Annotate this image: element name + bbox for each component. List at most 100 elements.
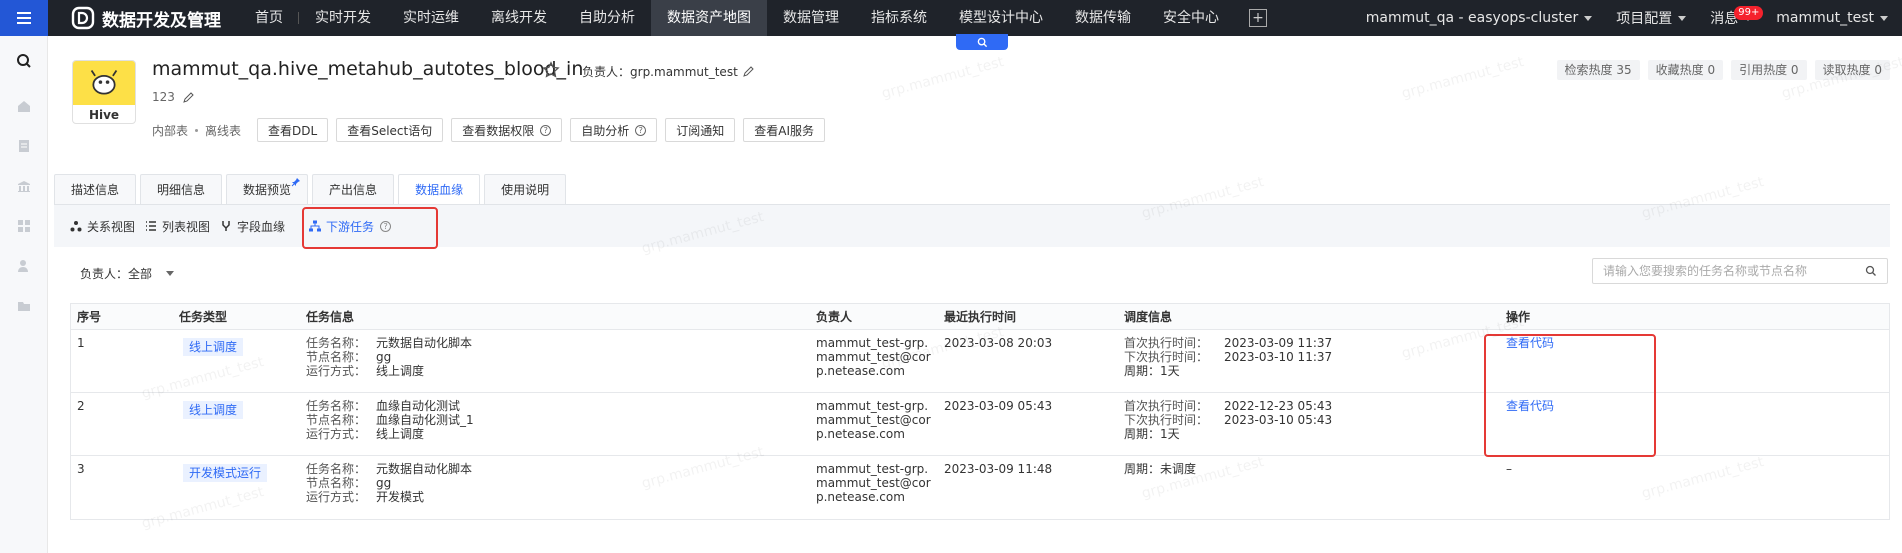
nav-item-1[interactable]: 实时开发 bbox=[299, 0, 387, 36]
stat-reference-heat: 引用热度 0 bbox=[1731, 60, 1807, 80]
period-label: 周期： bbox=[1124, 364, 1161, 378]
row-index: 1 bbox=[77, 336, 85, 350]
nav-item-3[interactable]: 离线开发 bbox=[475, 0, 563, 36]
node-name-value: gg bbox=[376, 350, 392, 364]
add-icon[interactable]: + bbox=[1249, 9, 1267, 27]
task-search-input[interactable] bbox=[1603, 264, 1853, 278]
tab-label: 描述信息 bbox=[71, 183, 120, 197]
building-icon bbox=[18, 181, 30, 192]
global-search-button[interactable] bbox=[956, 34, 1008, 50]
relation-view-button[interactable]: 关系视图 bbox=[70, 218, 135, 235]
header-task-type: 任务类型 bbox=[179, 310, 228, 324]
nav-item-0[interactable]: 首页 bbox=[239, 0, 299, 36]
tab-output-info[interactable]: 产出信息 bbox=[312, 174, 395, 204]
cluster-selector[interactable]: mammut_qa - easyops-cluster bbox=[1366, 10, 1593, 26]
view-data-permission-button[interactable]: 查看数据权限? bbox=[451, 118, 563, 142]
tab-usage-notes[interactable]: 使用说明 bbox=[484, 174, 567, 204]
list-view-button[interactable]: 列表视图 bbox=[145, 218, 210, 235]
task-info: 任务名称： 元数据自动化脚本 节点名称： gg 运行方式： 开发模式 bbox=[300, 456, 810, 519]
search-icon bbox=[977, 37, 987, 47]
nav-item-8[interactable]: 模型设计中心 bbox=[943, 0, 1059, 36]
stat-read-heat: 读取热度 0 bbox=[1814, 60, 1890, 80]
nav-item-7[interactable]: 指标系统 bbox=[855, 0, 943, 36]
nav-item-10[interactable]: 安全中心 bbox=[1147, 0, 1235, 36]
sidebar-item-search[interactable] bbox=[0, 36, 48, 86]
chevron-down-icon bbox=[1678, 15, 1687, 21]
search-icon[interactable] bbox=[1865, 265, 1877, 277]
subscribe-button[interactable]: 订阅通知 bbox=[665, 118, 736, 142]
tab-details[interactable]: 明细信息 bbox=[140, 174, 223, 204]
run-mode-label: 运行方式： bbox=[306, 364, 367, 378]
run-mode-label: 运行方式： bbox=[306, 490, 367, 504]
sidebar-item-apps[interactable] bbox=[0, 206, 48, 246]
top-navigation-bar: 数据开发及管理 首页 实时开发 实时运维 离线开发 自助分析 数据资产地图 数据管理 指标系统… bbox=[0, 0, 1902, 36]
schedule-info: 周期： 未调度 bbox=[1118, 456, 1500, 519]
task-info: 任务名称： 血缘自动化测试 节点名称： 血缘自动化测试_1 运行方式： 线上调度 bbox=[300, 393, 810, 455]
app-logo[interactable]: 数据开发及管理 bbox=[70, 5, 221, 31]
user-icon bbox=[18, 260, 28, 272]
nav-item-6[interactable]: 数据管理 bbox=[767, 0, 855, 36]
edit-icon[interactable] bbox=[183, 91, 194, 103]
home-icon bbox=[18, 101, 30, 112]
nav-item-2[interactable]: 实时运维 bbox=[387, 0, 475, 36]
sidebar-item-users[interactable] bbox=[0, 246, 48, 286]
messages-menu[interactable]: 消息 99+ bbox=[1710, 6, 1764, 28]
relation-view-label: 关系视图 bbox=[87, 219, 136, 234]
user-menu[interactable]: mammut_test bbox=[1776, 10, 1888, 26]
tab-label: 产出信息 bbox=[329, 183, 378, 197]
task-search-box[interactable] bbox=[1592, 258, 1888, 284]
menu-icon[interactable] bbox=[0, 0, 48, 36]
next-exec-label: 下次执行时间： bbox=[1124, 413, 1209, 427]
folder-icon bbox=[18, 302, 30, 311]
view-select-label: 查看Select语句 bbox=[347, 123, 433, 138]
heat-stats: 检索热度 35 收藏热度 0 引用热度 0 读取热度 0 bbox=[1549, 60, 1890, 80]
tab-data-preview[interactable]: 数据预览 bbox=[226, 174, 309, 204]
table-header-row: 序号 任务类型 任务信息 负责人 最近执行时间 调度信息 操作 bbox=[71, 304, 1889, 330]
tab-label: 数据血缘 bbox=[415, 183, 464, 197]
first-exec-label: 首次执行时间： bbox=[1124, 336, 1209, 350]
nav-item-9[interactable]: 数据传输 bbox=[1059, 0, 1147, 36]
view-select-button[interactable]: 查看Select语句 bbox=[336, 118, 444, 142]
app-title: 数据开发及管理 bbox=[102, 10, 221, 31]
owner-info: 负责人： grp.mammut_test bbox=[582, 63, 754, 80]
nav-item-4[interactable]: 自助分析 bbox=[563, 0, 651, 36]
user-name: mammut_test bbox=[1776, 10, 1874, 26]
owner-filter[interactable]: 负责人： 全部 bbox=[80, 265, 175, 282]
view-ai-service-button[interactable]: 查看AI服务 bbox=[743, 118, 826, 142]
no-action-placeholder: – bbox=[1506, 462, 1512, 476]
view-ddl-button[interactable]: 查看DDL bbox=[257, 118, 329, 142]
task-name-label: 任务名称： bbox=[306, 336, 367, 350]
favorite-star-icon[interactable] bbox=[542, 61, 560, 79]
view-ai-service-label: 查看AI服务 bbox=[754, 123, 815, 138]
nav-item-5[interactable]: 数据资产地图 bbox=[651, 0, 767, 36]
nav-menu: 首页 实时开发 实时运维 离线开发 自助分析 数据资产地图 数据管理 指标系统 模型设计中心 数据… bbox=[239, 0, 1235, 36]
header-last-exec: 最近执行时间 bbox=[944, 310, 1017, 324]
sidebar-item-home[interactable] bbox=[0, 86, 48, 126]
table-title: mammut_qa.hive_metahub_autotes_blood_in bbox=[152, 58, 584, 80]
project-config-menu[interactable]: 项目配置 bbox=[1616, 8, 1687, 28]
tag-offline-table: 离线表 bbox=[205, 123, 242, 138]
row-last-exec: 2023-03-09 11:48 bbox=[944, 462, 1053, 476]
field-lineage-button[interactable]: 字段血缘 bbox=[220, 218, 285, 235]
row-last-exec: 2023-03-08 20:03 bbox=[944, 336, 1053, 350]
sidebar-item-folder[interactable] bbox=[0, 286, 48, 326]
period-value: 1天 bbox=[1160, 364, 1180, 378]
sidebar-item-docs[interactable] bbox=[0, 126, 48, 166]
list-view-label: 列表视图 bbox=[162, 219, 211, 234]
tab-label: 数据预览 bbox=[243, 183, 292, 197]
task-info: 任务名称： 元数据自动化脚本 节点名称： gg 运行方式： 线上调度 bbox=[300, 330, 810, 392]
sidebar-item-bank[interactable] bbox=[0, 166, 48, 206]
field-lineage-label: 字段血缘 bbox=[237, 219, 286, 234]
tag-internal-table: 内部表 bbox=[152, 123, 189, 138]
tab-description[interactable]: 描述信息 bbox=[54, 174, 137, 204]
row-owner: mammut_test-grp.mammut_test@corp.netease… bbox=[816, 462, 931, 504]
run-mode-value: 线上调度 bbox=[376, 427, 425, 441]
node-name-label: 节点名称： bbox=[306, 350, 367, 364]
hive-logo: Hive bbox=[72, 60, 136, 124]
project-config-label: 项目配置 bbox=[1616, 11, 1673, 27]
edit-icon[interactable] bbox=[742, 66, 754, 77]
period-value: 1天 bbox=[1160, 427, 1180, 441]
tab-data-lineage[interactable]: 数据血缘 bbox=[398, 174, 481, 205]
description: 123 bbox=[152, 90, 194, 104]
self-analysis-button[interactable]: 自助分析? bbox=[570, 118, 658, 142]
